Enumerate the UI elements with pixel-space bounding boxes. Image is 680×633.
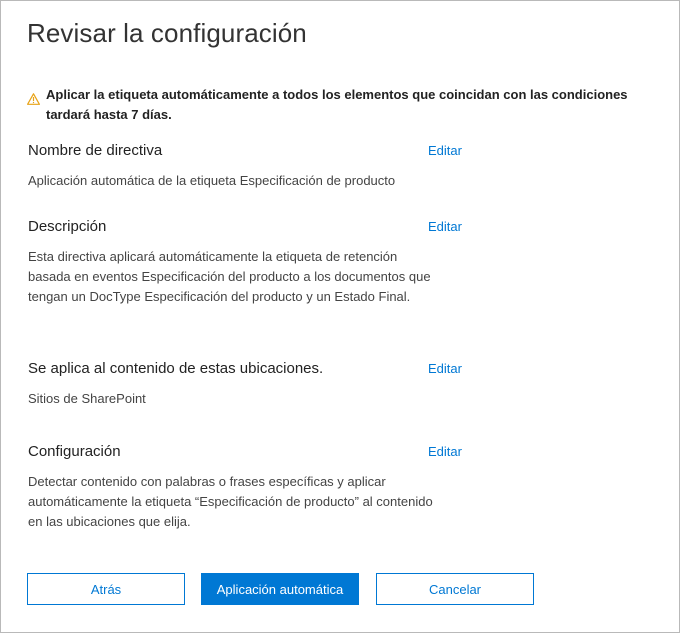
section-body: Detectar contenido con palabras o frases… [28, 474, 433, 529]
edit-locations-link[interactable]: Editar [428, 361, 462, 376]
review-settings-panel: Revisar la configuración Aplicar la etiq… [0, 0, 680, 633]
section-heading: Configuración [28, 443, 121, 460]
section-body: Aplicación automática de la etiqueta Esp… [28, 173, 396, 188]
edit-description-link[interactable]: Editar [428, 219, 462, 234]
section-body: Esta directiva aplicará automáticamente … [28, 249, 431, 304]
section-heading: Nombre de directiva [28, 142, 163, 159]
edit-settings-link[interactable]: Editar [428, 444, 462, 459]
warning-text: Aplicar la etiqueta automáticamente a to… [46, 87, 628, 122]
edit-policy-name-link[interactable]: Editar [428, 143, 462, 158]
cancel-button[interactable]: Cancelar [376, 573, 534, 605]
warning-triangle-icon [27, 92, 40, 105]
section-heading: Descripción [28, 218, 107, 235]
auto-apply-button[interactable]: Aplicación automática [201, 573, 359, 605]
section-body: Sitios de SharePoint [28, 391, 146, 406]
back-button[interactable]: Atrás [27, 573, 185, 605]
section-heading: Se aplica al contenido de estas ubicacio… [28, 360, 324, 377]
page-title: Revisar la configuración [27, 18, 307, 48]
